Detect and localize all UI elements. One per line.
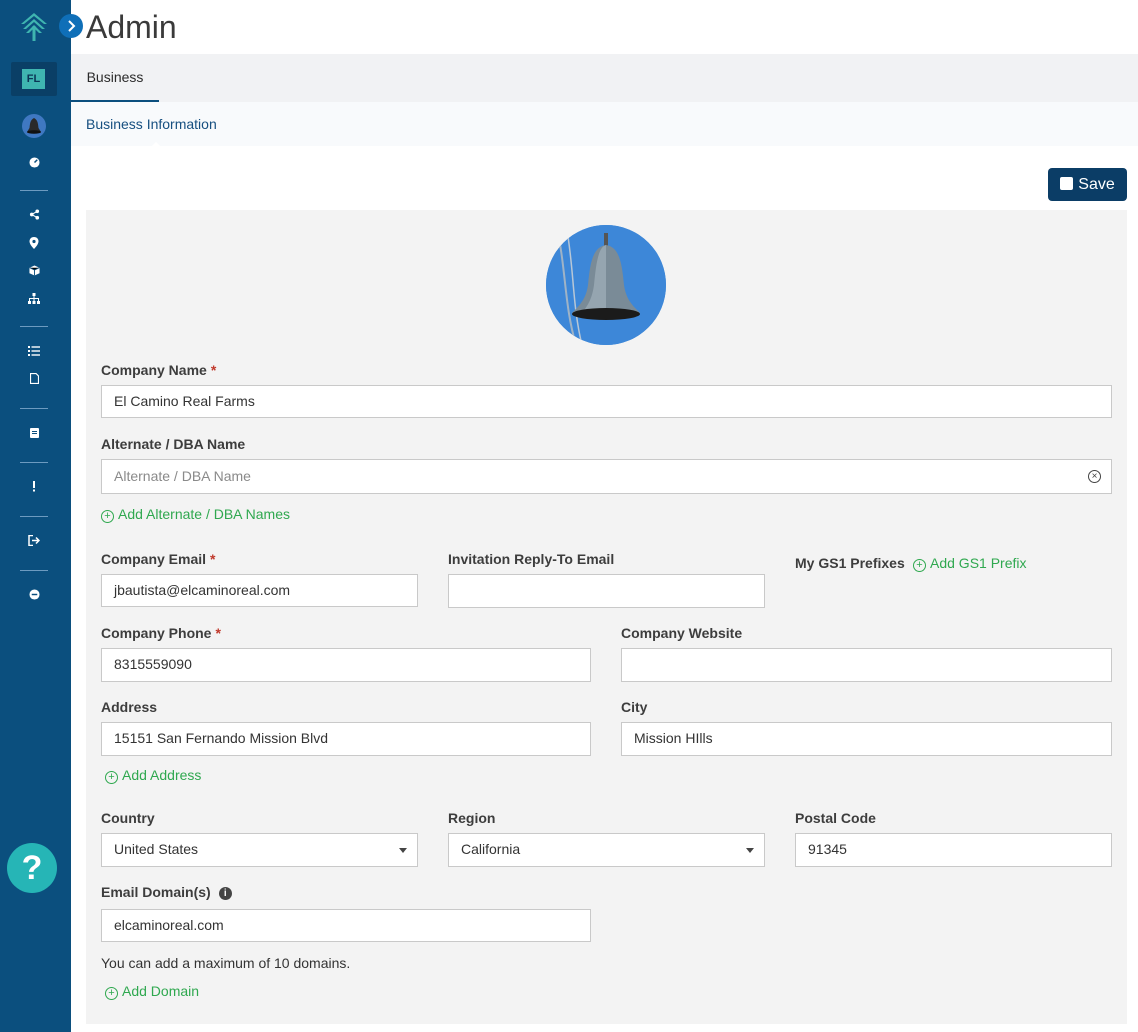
chevron-right-icon: [68, 20, 76, 32]
plus-circle-icon: +: [105, 771, 118, 784]
plus-circle-icon: +: [105, 987, 118, 1000]
add-address-link[interactable]: + Add Address: [105, 766, 201, 784]
dba-name-label: Alternate / DBA Name: [101, 436, 246, 452]
caret-down-icon: [399, 848, 407, 853]
help-button[interactable]: ?: [7, 843, 57, 893]
sidebar-divider: [20, 462, 48, 463]
email-domains-label: Email Domain(s) i: [101, 883, 232, 901]
sidebar-divider: [20, 326, 48, 327]
add-dba-names-link[interactable]: + Add Alternate / DBA Names: [101, 505, 290, 523]
sidebar-divider: [20, 408, 48, 409]
country-select[interactable]: United States: [101, 833, 418, 867]
add-address-label: Add Address: [122, 767, 202, 783]
required-asterisk: *: [210, 362, 217, 378]
sidebar: FL ?: [0, 0, 71, 1032]
company-email-input[interactable]: jbautista@elcaminoreal.com: [101, 574, 418, 607]
add-domain-label: Add Domain: [122, 983, 200, 999]
company-website-input[interactable]: [621, 648, 1112, 682]
required-asterisk: *: [215, 625, 221, 641]
info-icon[interactable]: i: [218, 887, 232, 900]
page-title: Admin: [86, 9, 177, 45]
save-button[interactable]: Save: [1048, 168, 1127, 201]
required-asterisk: *: [210, 551, 216, 567]
company-name-input[interactable]: El Camino Real Farms: [101, 385, 1112, 418]
company-phone-input[interactable]: 8315559090: [101, 648, 591, 682]
region-label: Region: [448, 810, 496, 826]
postal-code-input[interactable]: 91345: [795, 833, 1112, 867]
business-form: Company Name * El Camino Real Farms Alter…: [86, 210, 1127, 1024]
email-domain-input[interactable]: elcaminoreal.com: [101, 909, 591, 942]
alert-icon[interactable]: [24, 481, 44, 497]
address-input[interactable]: 15151 San Fernando Mission Blvd: [101, 722, 591, 756]
org-initials: FL: [22, 69, 45, 89]
clear-icon[interactable]: ×: [1088, 470, 1101, 483]
active-subtab-indicator: [148, 142, 164, 150]
email-domains-hint: You can add a maximum of 10 domains.: [101, 955, 351, 971]
city-input[interactable]: Mission HIlls: [621, 722, 1112, 756]
company-phone-label: Company Phone *: [101, 625, 221, 641]
plus-circle-icon: +: [101, 510, 114, 523]
country-select-value: United States: [114, 841, 199, 857]
tab-bar: Business: [71, 54, 1138, 103]
country-label: Country: [101, 810, 155, 826]
floppy-disk-icon: [1060, 177, 1074, 190]
company-email-label: Company Email *: [101, 551, 216, 567]
gs1-prefixes-label: My GS1 Prefixes: [795, 555, 905, 571]
company-logo[interactable]: [546, 225, 666, 345]
location-pin-icon[interactable]: [24, 237, 44, 253]
subtab-business-information[interactable]: Business Information: [86, 102, 217, 146]
document-icon[interactable]: [24, 372, 44, 389]
dba-name-placeholder: Alternate / DBA Name: [114, 468, 251, 484]
add-dba-names-label: Add Alternate / DBA Names: [118, 506, 290, 522]
plus-circle-icon: +: [913, 559, 926, 572]
add-gs1-prefix-link[interactable]: + Add GS1 Prefix: [913, 554, 1027, 572]
org-switcher[interactable]: FL: [11, 62, 57, 96]
reply-to-email-label: Invitation Reply-To Email: [448, 551, 615, 567]
sidebar-divider: [20, 190, 48, 191]
minus-circle-icon[interactable]: [24, 589, 44, 605]
logo-icon[interactable]: [20, 12, 48, 42]
sidebar-divider: [20, 570, 48, 571]
company-website-label: Company Website: [621, 625, 743, 641]
add-domain-link[interactable]: + Add Domain: [105, 982, 199, 1000]
company-name-label: Company Name *: [101, 362, 217, 378]
share-icon[interactable]: [24, 209, 44, 225]
reply-to-email-input[interactable]: [448, 574, 765, 608]
avatar[interactable]: [22, 114, 46, 138]
region-select-value: California: [461, 841, 521, 857]
tab-business[interactable]: Business: [71, 54, 159, 103]
save-button-label: Save: [1078, 176, 1115, 193]
region-select[interactable]: California: [448, 833, 765, 867]
dba-name-input[interactable]: Alternate / DBA Name ×: [101, 459, 1112, 494]
clipboard-icon[interactable]: [24, 427, 44, 443]
sidebar-toggle-button[interactable]: [59, 14, 83, 38]
caret-down-icon: [746, 848, 754, 853]
postal-code-label: Postal Code: [795, 810, 876, 826]
add-gs1-prefix-label: Add GS1 Prefix: [930, 555, 1027, 571]
list-icon[interactable]: [24, 345, 44, 361]
sitemap-icon[interactable]: [24, 293, 44, 309]
sub-tab-bar: Business Information: [71, 102, 1138, 150]
dashboard-icon[interactable]: [24, 157, 44, 173]
city-label: City: [621, 699, 648, 715]
sign-out-icon[interactable]: [24, 534, 44, 551]
sidebar-divider: [20, 516, 48, 517]
address-label: Address: [101, 699, 158, 715]
cube-icon[interactable]: [24, 265, 44, 281]
